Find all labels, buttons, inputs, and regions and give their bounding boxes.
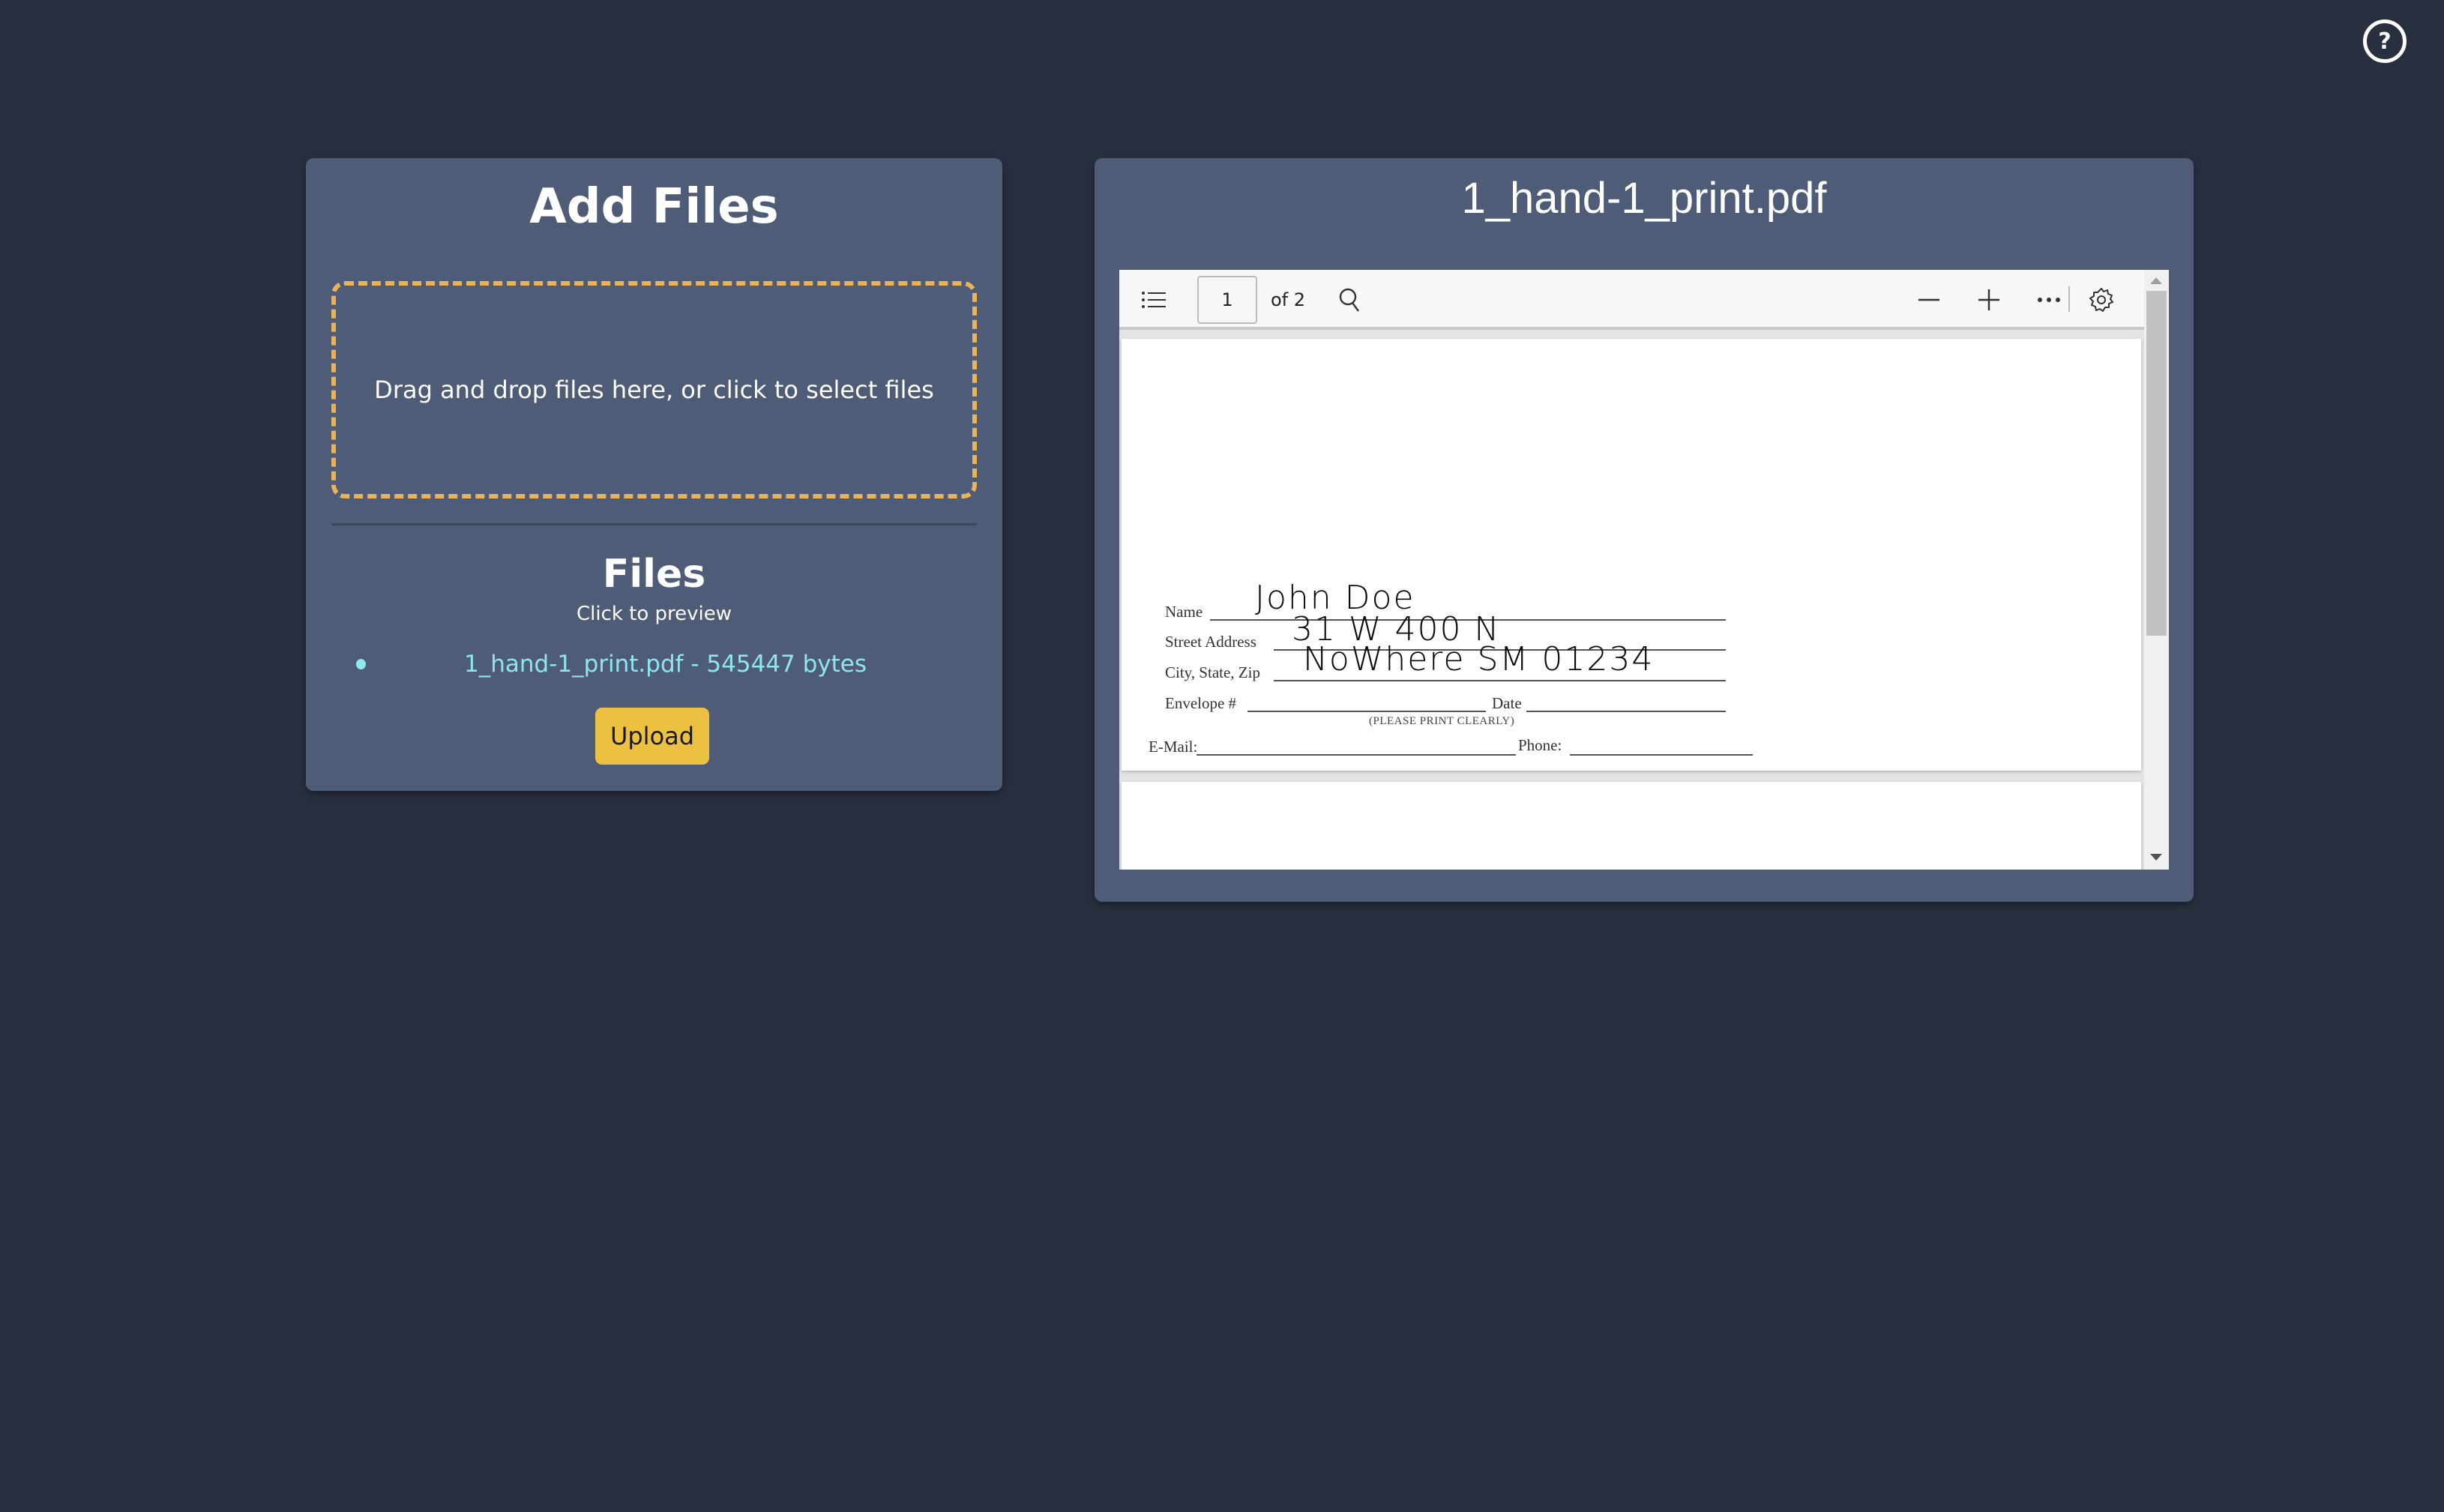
date-label: Date — [1492, 694, 1522, 712]
city-value: NoWhere SM 01234 — [1303, 640, 1655, 678]
city-label: City, State, Zip — [1165, 663, 1260, 681]
preview-title: 1_hand-1_print.pdf — [1461, 174, 1827, 223]
pdf-page-2 — [1122, 782, 2141, 870]
page-count: of 2 — [1271, 289, 1306, 310]
pdf-toolbar: of 2 — [1119, 270, 2144, 330]
file-list: 1_hand-1_print.pdf - 545447 bytes — [306, 645, 1002, 683]
zoom-in-icon[interactable] — [1974, 285, 2004, 315]
phone-line — [1570, 754, 1753, 756]
date-line — [1526, 711, 1726, 712]
street-label: Street Address — [1165, 633, 1256, 651]
document-form: Name John Doe Street Address 31 W 400 N … — [1122, 339, 2141, 771]
toolbar-separator — [2068, 286, 2070, 312]
files-heading: Files — [602, 552, 706, 597]
dropzone-text: Drag and drop files here, or click to se… — [374, 376, 934, 404]
add-files-title: Add Files — [529, 179, 779, 235]
pdf-scrollbar[interactable] — [2144, 270, 2169, 870]
print-clearly-note: (PLEASE PRINT CLEARLY) — [1369, 715, 1515, 727]
upload-button[interactable]: Upload — [595, 708, 709, 765]
scroll-down-arrow-icon[interactable] — [2150, 854, 2162, 861]
page-number-input[interactable] — [1197, 276, 1257, 324]
email-label: E-Mail: — [1149, 738, 1198, 756]
table-of-contents-icon[interactable] — [1139, 285, 1169, 315]
settings-icon[interactable] — [2086, 285, 2116, 315]
file-dropzone[interactable]: Drag and drop files here, or click to se… — [331, 281, 977, 499]
help-button[interactable]: ? — [2363, 19, 2407, 63]
city-line — [1274, 680, 1726, 681]
name-label: Name — [1165, 603, 1203, 621]
pdf-page-1: Name John Doe Street Address 31 W 400 N … — [1122, 339, 2141, 771]
divider — [331, 523, 977, 525]
envelope-label: Envelope # — [1165, 694, 1237, 712]
email-line — [1197, 754, 1516, 756]
file-list-item[interactable]: 1_hand-1_print.pdf - 545447 bytes — [306, 645, 1002, 683]
scrollbar-thumb[interactable] — [2146, 291, 2167, 636]
help-icon: ? — [2378, 28, 2392, 55]
scroll-up-arrow-icon[interactable] — [2150, 277, 2162, 284]
file-link[interactable]: 1_hand-1_print.pdf - 545447 bytes — [442, 651, 867, 678]
zoom-out-icon[interactable] — [1914, 285, 1944, 315]
envelope-line — [1247, 711, 1486, 712]
more-options-icon[interactable] — [2034, 285, 2064, 315]
add-files-card: Add Files Drag and drop files here, or c… — [306, 158, 1002, 791]
files-subheading: Click to preview — [576, 603, 732, 625]
phone-label: Phone: — [1518, 736, 1562, 754]
search-icon[interactable] — [1335, 285, 1365, 315]
bullet-icon — [356, 659, 366, 669]
preview-card: 1_hand-1_print.pdf of 2 — [1095, 158, 2194, 902]
pdf-viewer: of 2 — [1119, 270, 2169, 870]
